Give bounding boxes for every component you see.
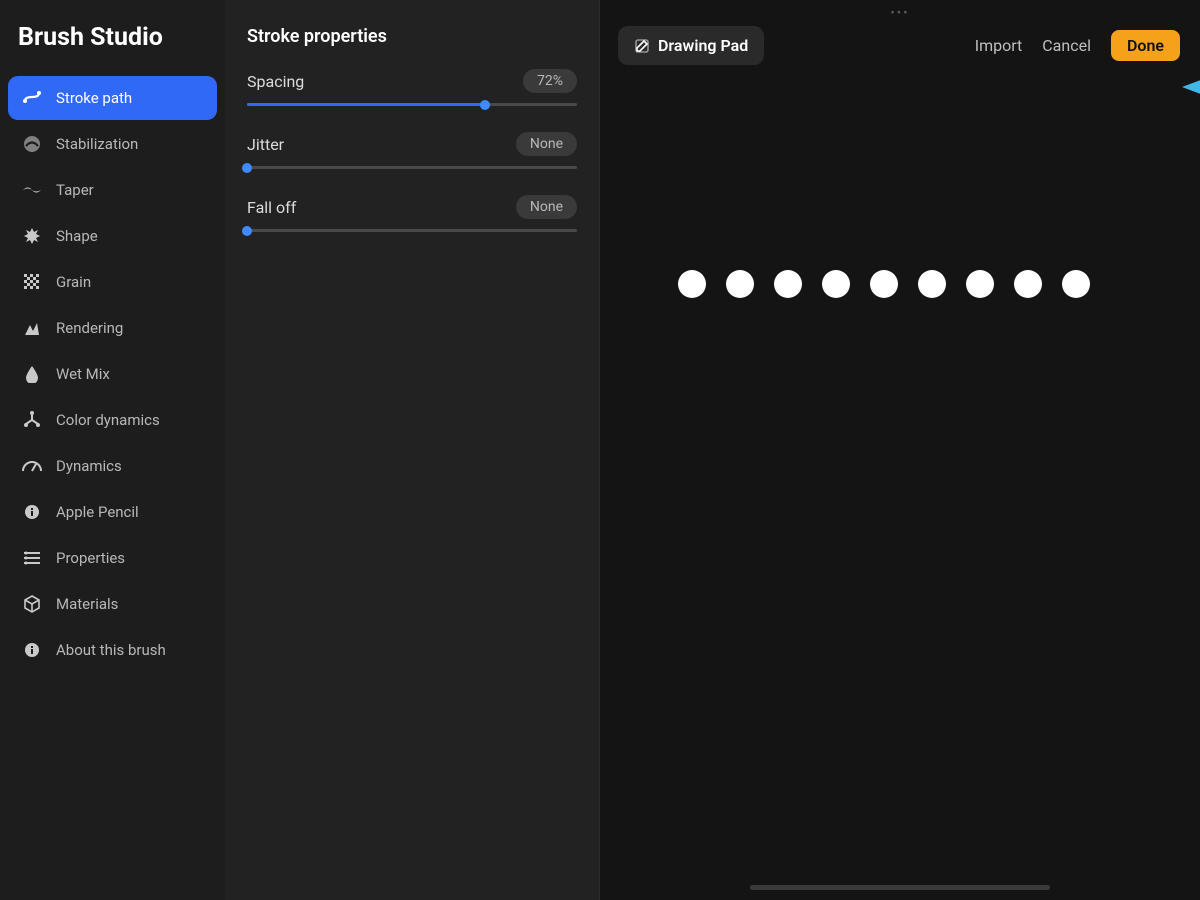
sidebar-item-label: Properties (56, 549, 125, 567)
sidebar-item-materials[interactable]: Materials (8, 582, 217, 626)
sidebar-item-taper[interactable]: Taper (8, 168, 217, 212)
home-indicator (750, 885, 1050, 890)
sidebar-item-label: Apple Pencil (56, 503, 139, 521)
taper-icon (22, 180, 42, 200)
sidebar-item-label: Taper (56, 181, 94, 199)
preview-dot (726, 270, 754, 298)
top-actions: Import Cancel Done (975, 30, 1180, 61)
shape-icon (22, 226, 42, 246)
preview-dot (918, 270, 946, 298)
sidebar-item-apple-pencil[interactable]: Apple Pencil (8, 490, 217, 534)
sidebar-item-color-dynamics[interactable]: Color dynamics (8, 398, 217, 442)
falloff-label: Fall off (247, 198, 296, 217)
app-root: Brush Studio Stroke path Stabilization T… (0, 0, 1200, 900)
annotation-arrow-icon (1182, 72, 1200, 102)
properties-icon (22, 548, 42, 568)
sidebar-item-stabilization[interactable]: Stabilization (8, 122, 217, 166)
jitter-property: Jitter None (247, 132, 577, 169)
spacing-value[interactable]: 72% (523, 69, 577, 93)
grain-icon (22, 272, 42, 292)
wet-mix-icon (22, 364, 42, 384)
sidebar-item-shape[interactable]: Shape (8, 214, 217, 258)
jitter-slider[interactable] (247, 166, 577, 169)
falloff-slider[interactable] (247, 229, 577, 232)
sidebar-item-label: Dynamics (56, 457, 122, 475)
properties-panel: Stroke properties Spacing 72% Jitter Non… (225, 0, 600, 900)
spacing-property: Spacing 72% (247, 69, 577, 106)
edit-icon (634, 38, 650, 54)
sidebar-item-label: Wet Mix (56, 365, 110, 383)
drawing-pad-button[interactable]: Drawing Pad (618, 26, 764, 65)
import-button[interactable]: Import (975, 36, 1023, 55)
sidebar-item-label: About this brush (56, 641, 166, 659)
info-icon (22, 640, 42, 660)
jitter-label: Jitter (247, 135, 284, 154)
preview-dot (822, 270, 850, 298)
sidebar-item-label: Materials (56, 595, 118, 613)
sidebar-item-label: Shape (56, 227, 98, 245)
sidebar-item-rendering[interactable]: Rendering (8, 306, 217, 350)
color-dynamics-icon (22, 410, 42, 430)
rendering-icon (22, 318, 42, 338)
spacing-label: Spacing (247, 72, 304, 91)
sidebar-item-grain[interactable]: Grain (8, 260, 217, 304)
done-button[interactable]: Done (1111, 30, 1180, 61)
preview-dot (870, 270, 898, 298)
app-title: Brush Studio (8, 15, 217, 76)
falloff-property: Fall off None (247, 195, 577, 232)
materials-icon (22, 594, 42, 614)
panel-title: Stroke properties (247, 26, 577, 47)
sidebar-item-wet-mix[interactable]: Wet Mix (8, 352, 217, 396)
preview-dot (1062, 270, 1090, 298)
sidebar-item-label: Color dynamics (56, 411, 160, 429)
sidebar: Brush Studio Stroke path Stabilization T… (0, 0, 225, 900)
sidebar-items: Stroke path Stabilization Taper Shape (8, 76, 217, 672)
top-bar: Drawing Pad Import Cancel Done (600, 0, 1200, 65)
preview-dot (678, 270, 706, 298)
preview-dot (966, 270, 994, 298)
dynamics-icon (22, 456, 42, 476)
sidebar-item-label: Rendering (56, 319, 123, 337)
preview-dot (774, 270, 802, 298)
sidebar-item-properties[interactable]: Properties (8, 536, 217, 580)
sidebar-item-label: Grain (56, 273, 91, 291)
stabilization-icon (22, 134, 42, 154)
canvas-area: ••• Drawing Pad Import Cancel Done (600, 0, 1200, 900)
falloff-value[interactable]: None (516, 195, 577, 219)
sidebar-item-dynamics[interactable]: Dynamics (8, 444, 217, 488)
drawing-pad-label: Drawing Pad (658, 36, 748, 55)
cancel-button[interactable]: Cancel (1042, 36, 1091, 55)
stroke-path-icon (22, 88, 42, 108)
spacing-slider[interactable] (247, 103, 577, 106)
jitter-value[interactable]: None (516, 132, 577, 156)
apple-pencil-icon (22, 502, 42, 522)
sidebar-item-about[interactable]: About this brush (8, 628, 217, 672)
stroke-preview (678, 270, 1090, 298)
sidebar-item-label: Stroke path (56, 89, 132, 107)
sidebar-item-stroke-path[interactable]: Stroke path (8, 76, 217, 120)
preview-dot (1014, 270, 1042, 298)
sidebar-item-label: Stabilization (56, 135, 138, 153)
